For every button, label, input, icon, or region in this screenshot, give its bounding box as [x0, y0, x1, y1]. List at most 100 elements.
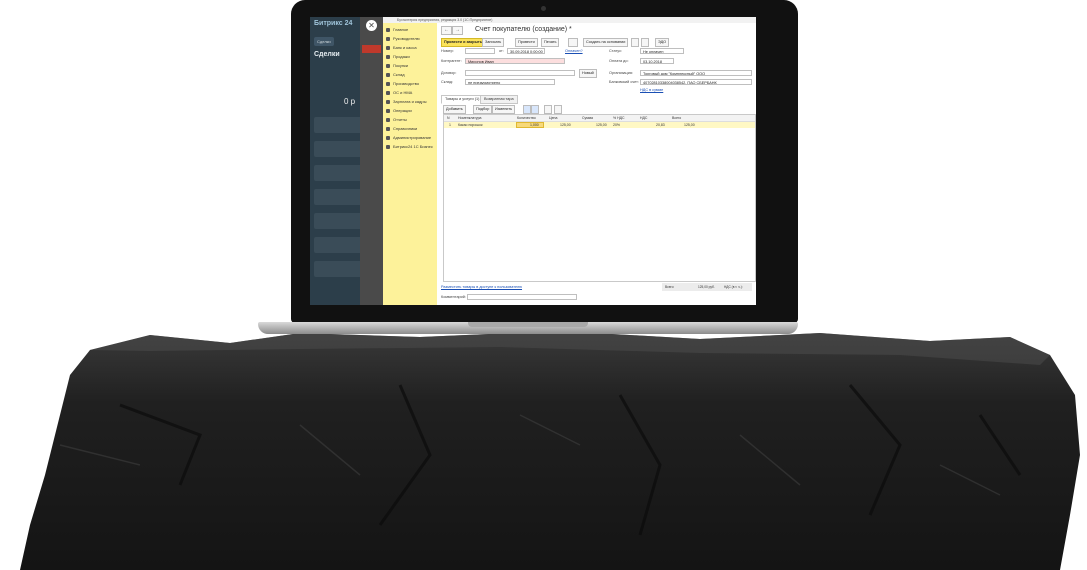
bank-icon: [386, 45, 390, 50]
tab-returnable-tare[interactable]: Возвратная тара: [480, 95, 518, 104]
copy-icon[interactable]: [544, 105, 552, 114]
bitrix-logo: Битрикс 24: [314, 20, 353, 27]
add-button[interactable]: Добавить: [443, 105, 466, 114]
col-sum: Сумма: [582, 116, 593, 120]
menu-item-assets[interactable]: ОС и НМА: [386, 88, 412, 97]
menu-item-warehouse[interactable]: Склад: [386, 70, 405, 79]
reserve-link[interactable]: Разместить товары в доступе к пользовате…: [441, 285, 522, 289]
form-footer: Разместить товары в доступе к пользовате…: [437, 283, 756, 305]
comment-label: Комментарий:: [441, 295, 466, 299]
menu-item-salary[interactable]: Зарплата и кадры: [386, 97, 426, 106]
row-total[interactable]: 125,00: [684, 122, 695, 128]
invoice-form: Бухгалтерия предприятия, редакция 3.0 (1…: [383, 17, 756, 305]
window-title: Бухгалтерия предприятия, редакция 3.0 (1…: [383, 17, 756, 23]
forward-button[interactable]: →: [452, 26, 463, 35]
bitrix-deal-card[interactable]: [314, 117, 362, 133]
back-button[interactable]: ←: [441, 26, 452, 35]
menu-item-sales[interactable]: Продажи: [386, 52, 410, 61]
row-vat-rate[interactable]: 20%: [613, 122, 620, 128]
camera-icon: [541, 6, 546, 11]
bitrix-tab[interactable]: Сделки: [314, 37, 334, 46]
new-contract-button[interactable]: Новый: [579, 69, 597, 78]
menu-item-admin[interactable]: Администрирование: [386, 133, 431, 142]
warehouse-field[interactable]: не предусмотрено: [465, 79, 555, 85]
menu-item-main[interactable]: Главное: [386, 25, 408, 34]
counterparty-field[interactable]: Миронов Иван: [465, 58, 565, 64]
total-bar: Всего: 125,00 руб. НДС (в т. ч.):: [662, 283, 752, 291]
tab-goods[interactable]: Товары и услуги (1): [441, 95, 484, 104]
menu-item-operations[interactable]: Операции: [386, 106, 412, 115]
menu-item-purchases[interactable]: Покупки: [386, 61, 408, 70]
select-button[interactable]: Подбор: [473, 105, 493, 114]
contract-field[interactable]: [465, 70, 575, 76]
number-field[interactable]: [465, 48, 495, 54]
create-based-on-button[interactable]: Создать на основании: [583, 38, 629, 47]
comment-field[interactable]: [467, 294, 577, 300]
organization-label: Организация:: [609, 71, 633, 75]
dt-kt-icon[interactable]: [631, 38, 639, 47]
bank-account-field[interactable]: 40702810338004038542, ПАО СБЕРБАНК: [640, 79, 752, 85]
close-icon[interactable]: ✕: [366, 20, 377, 31]
change-button[interactable]: Изменить: [492, 105, 516, 114]
bitrix-deal-card[interactable]: [314, 189, 362, 205]
col-item: Номенклатура: [458, 116, 482, 120]
bitrix-deal-card[interactable]: [314, 237, 362, 253]
print-button[interactable]: Печать: [541, 38, 560, 47]
row-sum[interactable]: 125,00: [596, 122, 607, 128]
car-icon: [386, 90, 390, 95]
menu-item-catalogs[interactable]: Справочники: [386, 124, 417, 133]
home-icon: [386, 27, 390, 32]
menu-item-manager[interactable]: Руководителю: [386, 34, 420, 43]
menu-item-production[interactable]: Производство: [386, 79, 419, 88]
row-qty[interactable]: 1,000: [530, 122, 539, 128]
row-n: 1: [449, 123, 451, 127]
bitrix-page-title: Сделки: [314, 51, 340, 58]
col-n: N: [447, 116, 450, 120]
table-header: N Номенклатура Количество Цена Сумма % Н…: [444, 115, 755, 122]
arrow-up-icon[interactable]: [523, 105, 531, 114]
col-vat: НДС: [640, 116, 648, 120]
date-field[interactable]: 30.09.2018 0:00:00: [507, 48, 545, 54]
col-total: Всего: [672, 116, 682, 120]
delete-icon[interactable]: [554, 105, 562, 114]
menu-item-bank[interactable]: Банк и касса: [386, 43, 417, 52]
row-vat[interactable]: 20,83: [656, 122, 665, 128]
bitrix-deal-card[interactable]: [314, 141, 362, 157]
bank-account-label: Банковский счет:: [609, 80, 639, 84]
row-price[interactable]: 125,00: [560, 122, 571, 128]
organization-field[interactable]: Торговый дом "Комплексный" ООО: [640, 70, 752, 76]
bitrix-deal-card[interactable]: [314, 213, 362, 229]
bitrix-deal-card[interactable]: [314, 261, 362, 277]
arrow-down-icon[interactable]: [531, 105, 539, 114]
status-select[interactable]: Не оплачен: [640, 48, 684, 54]
post-and-close-button[interactable]: Провести и закрыть: [441, 38, 486, 47]
total-value: 125,00 руб.: [698, 285, 715, 289]
menu-item-reports[interactable]: Отчеты: [386, 115, 407, 124]
onec-side-strip: ✕: [360, 17, 383, 305]
vat-link[interactable]: НДС в сумме: [640, 88, 663, 92]
col-qty: Количество: [517, 116, 536, 120]
box-icon: [386, 72, 390, 77]
menu-item-bitrix[interactable]: Битрикс24 1С Бизнес: [386, 142, 433, 151]
laptop-base: [258, 322, 798, 334]
bitrix-amount: 0 р: [344, 97, 356, 106]
book-icon: [386, 126, 390, 131]
bitrix-deal-card[interactable]: [314, 165, 362, 181]
edo-button[interactable]: ЭДО: [655, 38, 670, 47]
pay-until-field[interactable]: 03.10.2018: [640, 58, 674, 64]
number-label: Номер:: [441, 49, 454, 53]
link-icon[interactable]: [641, 38, 649, 47]
person-icon: [386, 99, 390, 104]
laptop-notch: [468, 322, 588, 327]
save-button[interactable]: Записать: [482, 38, 505, 47]
gear-icon: [386, 135, 390, 140]
bitrix-badge[interactable]: [362, 45, 381, 53]
goods-table: N Номенклатура Количество Цена Сумма % Н…: [443, 114, 756, 282]
mail-icon[interactable]: [568, 38, 578, 47]
warehouse-label: Склад:: [441, 80, 454, 84]
paid-link[interactable]: Оплачен?: [565, 49, 583, 53]
table-row[interactable]: 1 Какао порошок 1,000 125,00 125,00 20% …: [444, 122, 755, 128]
post-button[interactable]: Провести: [515, 38, 538, 47]
operations-icon: [386, 108, 390, 113]
row-item[interactable]: Какао порошок: [458, 122, 482, 128]
